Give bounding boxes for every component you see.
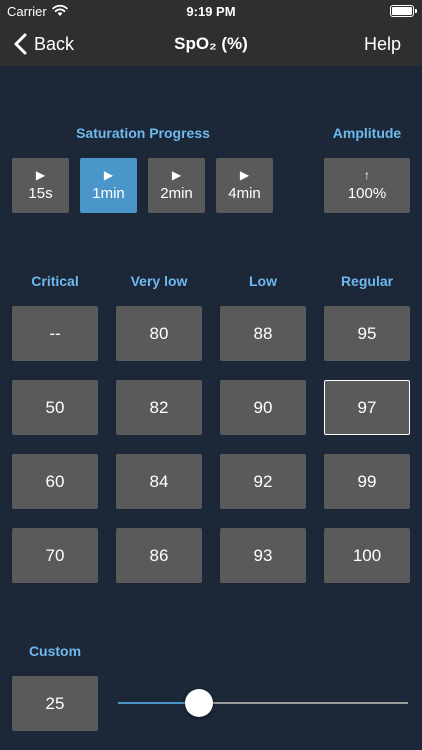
value-button-critical-4[interactable]: 70 <box>12 528 98 583</box>
value-button-very-low-4[interactable]: 86 <box>116 528 202 583</box>
saturation-option-label: 2min <box>160 184 193 202</box>
value-button-low-3[interactable]: 92 <box>220 454 306 509</box>
amplitude-label: Amplitude <box>332 125 402 141</box>
arrow-up-icon: ↑ <box>364 167 370 182</box>
saturation-progress-label: Saturation Progress <box>76 125 210 141</box>
value-button-very-low-2[interactable]: 82 <box>116 380 202 435</box>
chevron-left-icon <box>14 33 27 55</box>
column-header-critical: Critical <box>31 273 79 289</box>
play-icon: ▶ <box>239 167 250 182</box>
play-icon: ▶ <box>103 167 114 182</box>
value-button-critical-3[interactable]: 60 <box>12 454 98 509</box>
value-button-low-2[interactable]: 90 <box>220 380 306 435</box>
status-bar: Carrier 9:19 PM <box>0 0 422 22</box>
column-header-regular: Regular <box>340 273 394 289</box>
status-time: 9:19 PM <box>186 4 236 19</box>
column-header-low: Low <box>249 273 277 289</box>
value-button-very-low-3[interactable]: 84 <box>116 454 202 509</box>
amplitude-button[interactable]: ↑ 100% <box>324 158 410 213</box>
value-button-low-1[interactable]: 88 <box>220 306 306 361</box>
saturation-1min-button[interactable]: ▶ 1min <box>80 158 137 213</box>
value-button-critical-2[interactable]: 50 <box>12 380 98 435</box>
navigation-bar: Back SpO₂ (%) Help <box>0 22 422 66</box>
play-icon: ▶ <box>35 167 46 182</box>
custom-slider[interactable] <box>118 689 408 717</box>
custom-label: Custom <box>28 643 82 659</box>
value-button-low-4[interactable]: 93 <box>220 528 306 583</box>
value-button-very-low-1[interactable]: 80 <box>116 306 202 361</box>
value-button-regular-1[interactable]: 95 <box>324 306 410 361</box>
custom-value-button[interactable]: 25 <box>12 676 98 731</box>
column-header-very-low: Very low <box>130 273 188 289</box>
saturation-15s-button[interactable]: ▶ 15s <box>12 158 69 213</box>
value-button-regular-3[interactable]: 99 <box>324 454 410 509</box>
value-button-regular-2[interactable]: 97 <box>324 380 410 435</box>
saturation-4min-button[interactable]: ▶ 4min <box>216 158 273 213</box>
saturation-option-label: 4min <box>228 184 261 202</box>
help-button[interactable]: Help <box>364 34 401 55</box>
saturation-option-label: 1min <box>92 184 125 202</box>
slider-thumb[interactable] <box>185 689 214 717</box>
value-button-critical-1[interactable]: -- <box>12 306 98 361</box>
back-label: Back <box>34 33 75 54</box>
saturation-option-label: 15s <box>28 184 53 202</box>
amplitude-value: 100% <box>347 184 387 202</box>
value-button-regular-4[interactable]: 100 <box>324 528 410 583</box>
play-icon: ▶ <box>171 167 182 182</box>
saturation-2min-button[interactable]: ▶ 2min <box>148 158 205 213</box>
battery-icon <box>390 5 417 17</box>
back-button[interactable]: Back <box>12 32 74 56</box>
